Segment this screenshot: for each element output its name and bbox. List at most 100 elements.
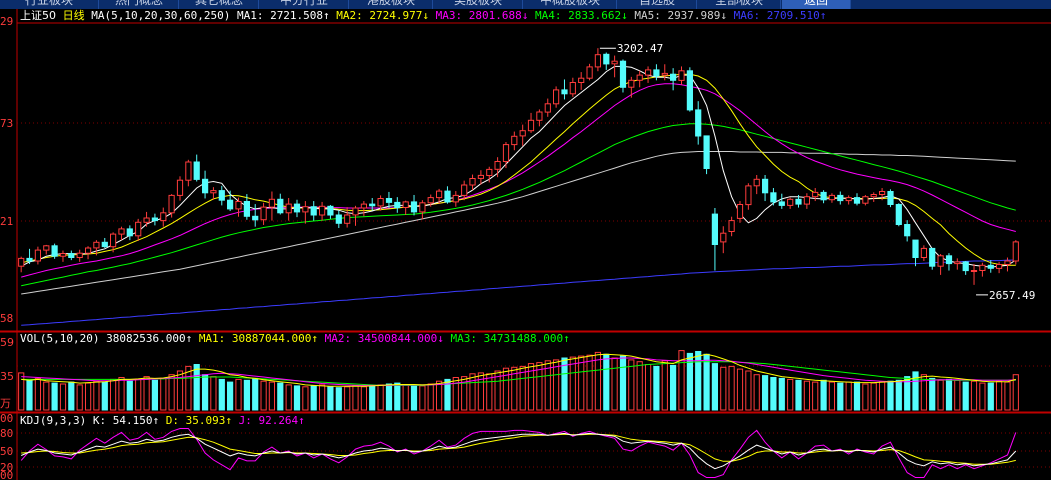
volume-bar <box>770 377 777 411</box>
tab-5[interactable]: 美股板块 <box>434 0 523 9</box>
candlestick <box>160 212 167 222</box>
kdj-axis-label: 80 <box>0 427 13 440</box>
candlestick <box>678 70 685 81</box>
kdj-header: KDJ(9,3,3) K: 54.150↑ D: 35.093↑ J: 92.2… <box>20 414 305 427</box>
volume-bar <box>385 383 393 411</box>
candlestick <box>753 178 760 187</box>
candlestick <box>210 190 217 194</box>
volume-bar <box>110 378 117 411</box>
vol-axis-label: 万 <box>0 397 11 410</box>
candlestick <box>870 194 877 198</box>
volume-bar <box>93 380 100 411</box>
candlestick <box>268 198 275 208</box>
tab-6[interactable]: 中概股板块 <box>524 0 617 9</box>
candlestick <box>553 89 560 105</box>
volume-bar <box>845 381 852 411</box>
volume-bar <box>344 386 351 411</box>
volume-bar <box>812 381 819 411</box>
volume-bar <box>377 384 384 411</box>
volume-bar <box>34 377 41 411</box>
tab-1[interactable]: 热门概念 <box>100 0 179 9</box>
tab-0[interactable]: 行业板块 <box>0 0 99 9</box>
volume-bar <box>929 377 936 411</box>
volume-bar <box>720 366 727 411</box>
volume-bar <box>43 381 50 411</box>
volume-bar <box>76 384 83 411</box>
volume-bar <box>853 381 861 411</box>
candlestick <box>185 161 192 181</box>
tab-8[interactable]: 全部板块 <box>698 0 781 9</box>
candlestick <box>176 179 184 196</box>
tab-2[interactable]: 其它概念 <box>180 0 259 9</box>
price-axis-label: 58 <box>0 312 13 325</box>
candlestick <box>494 161 501 170</box>
volume-bar <box>243 379 251 411</box>
high-price-label: 3202.47 <box>617 42 663 55</box>
candlestick <box>51 245 58 257</box>
price-axis-label: 73 <box>0 117 13 130</box>
volume-bar <box>670 364 677 411</box>
tab-9[interactable]: 返回 <box>782 0 851 9</box>
volume-bar <box>895 379 902 411</box>
candlestick <box>93 241 100 249</box>
candlestick <box>168 194 175 214</box>
candlestick <box>402 201 409 208</box>
vol-axis-label: 35 <box>0 370 14 383</box>
candlestick <box>711 213 718 246</box>
candlestick <box>68 253 75 259</box>
candlestick <box>628 79 635 88</box>
candlestick <box>970 270 978 272</box>
volume-bar <box>787 378 794 411</box>
stock-chart[interactable]: 297321585935万0080502000上证50 日线 MA(5,10,2… <box>0 9 1051 480</box>
volume-bar <box>653 365 660 411</box>
candlestick <box>1012 241 1019 262</box>
volume-bar <box>879 381 886 411</box>
volume-bar <box>168 374 175 411</box>
volume-bar <box>410 385 418 411</box>
volume-bar <box>59 383 67 411</box>
volume-bar <box>118 377 125 411</box>
volume-bar <box>578 355 585 411</box>
kdj-axis-label: 00 <box>0 412 13 425</box>
candlestick <box>653 69 660 77</box>
volume-bar <box>143 376 150 411</box>
volume-bar <box>160 377 167 411</box>
candlestick <box>728 220 735 233</box>
volume-bar <box>795 379 802 411</box>
candlestick <box>135 221 142 237</box>
tab-3[interactable]: 中分行业 <box>260 0 349 9</box>
tab-4[interactable]: 港股板块 <box>350 0 433 9</box>
tab-7[interactable]: 自选股 <box>618 0 697 9</box>
vol-axis-label: 59 <box>0 336 14 349</box>
volume-bar <box>369 385 376 411</box>
candlestick <box>937 255 944 267</box>
volume-bar <box>628 359 635 411</box>
volume-bar <box>996 380 1003 411</box>
volume-bar <box>260 380 267 411</box>
candlestick <box>536 111 543 121</box>
candlestick <box>895 204 902 225</box>
price-axis-label: 21 <box>0 215 13 228</box>
candlestick <box>277 198 284 214</box>
candlestick <box>945 255 953 265</box>
candlestick <box>670 73 677 81</box>
volume-bar <box>962 381 969 411</box>
volume-bar <box>987 382 994 411</box>
candlestick <box>603 53 610 65</box>
candlestick <box>803 196 810 205</box>
candlestick <box>101 241 108 248</box>
candlestick <box>218 190 225 201</box>
candlestick <box>427 197 434 204</box>
candlestick <box>143 217 150 223</box>
volume-bar <box>352 385 359 411</box>
candlestick <box>26 257 33 262</box>
volume-bar <box>319 384 326 411</box>
volume-bar <box>18 372 25 411</box>
ma1-line <box>20 65 1017 268</box>
candlestick <box>352 207 359 216</box>
category-tab-bar: 行业板块 热门概念 其它概念 中分行业 港股板块 美股板块 中概股板块 自选股 全部板块 返回 <box>0 0 1051 9</box>
candlestick <box>912 239 919 259</box>
kdj-axis-label: 00 <box>0 469 13 480</box>
volume-bar <box>870 382 877 411</box>
candlestick <box>344 214 351 224</box>
